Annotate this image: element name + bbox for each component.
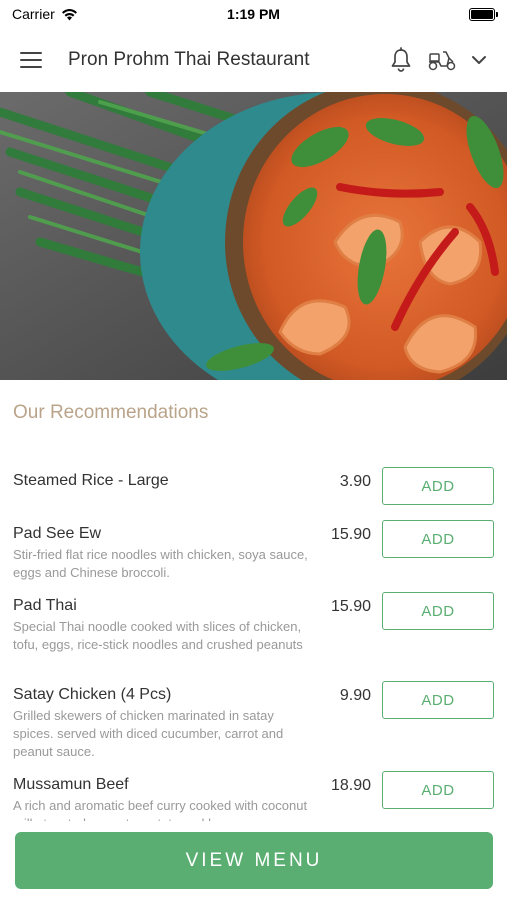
item-description: Stir-fried flat rice noodles with chicke… (13, 547, 308, 580)
add-button[interactable]: ADD (382, 467, 494, 505)
item-price: 15.90 (330, 598, 371, 615)
delivery-mode-button[interactable] (427, 48, 457, 72)
menu-item: Steamed Rice - Large 3.90 ADD (0, 467, 507, 505)
status-bar: Carrier 1:19 PM (0, 0, 507, 28)
hero-image (0, 92, 507, 380)
item-price: 18.90 (330, 777, 371, 794)
add-button[interactable]: ADD (382, 592, 494, 630)
app-header: Pron Prohm Thai Restaurant (0, 28, 507, 92)
menu-item: Pad See Ew Stir-fried flat rice noodles … (0, 520, 507, 582)
red-curry-shrimp-photo (0, 92, 507, 380)
status-left: Carrier (12, 6, 78, 22)
carrier-label: Carrier (12, 6, 55, 22)
menu-item: Satay Chicken (4 Pcs) Grilled skewers of… (0, 681, 507, 761)
delivery-mode-dropdown[interactable] (471, 54, 487, 66)
item-price: 9.90 (339, 687, 371, 704)
menu-icon-line (20, 59, 42, 61)
add-button[interactable]: ADD (382, 771, 494, 809)
scooter-icon (428, 51, 456, 71)
battery-icon (469, 7, 498, 21)
add-button[interactable]: ADD (382, 520, 494, 558)
recommendations-list[interactable]: Steamed Rice - Large 3.90 ADD Pad See Ew… (0, 463, 507, 821)
bell-icon (391, 47, 411, 72)
item-description: Grilled skewers of chicken marinated in … (13, 708, 284, 759)
menu-icon-line (20, 66, 42, 68)
wifi-icon (61, 8, 77, 20)
add-button[interactable]: ADD (382, 681, 494, 719)
restaurant-title: Pron Prohm Thai Restaurant (68, 49, 310, 70)
notifications-button[interactable] (389, 47, 413, 73)
item-price: 15.90 (330, 526, 371, 543)
menu-icon-line (20, 52, 42, 54)
hamburger-menu-button[interactable] (20, 46, 48, 74)
item-description: A rich and aromatic beef curry cooked wi… (13, 798, 308, 821)
header-actions (389, 47, 487, 73)
item-description: Special Thai noodle cooked with slices o… (13, 619, 303, 652)
item-price: 3.90 (339, 473, 371, 490)
menu-item: Pad Thai Special Thai noodle cooked with… (0, 592, 507, 654)
recommendations-heading: Our Recommendations (13, 402, 209, 423)
menu-item: Mussamun Beef A rich and aromatic beef c… (0, 771, 507, 821)
view-menu-button[interactable]: VIEW MENU (15, 832, 493, 889)
chevron-down-icon (472, 56, 486, 64)
